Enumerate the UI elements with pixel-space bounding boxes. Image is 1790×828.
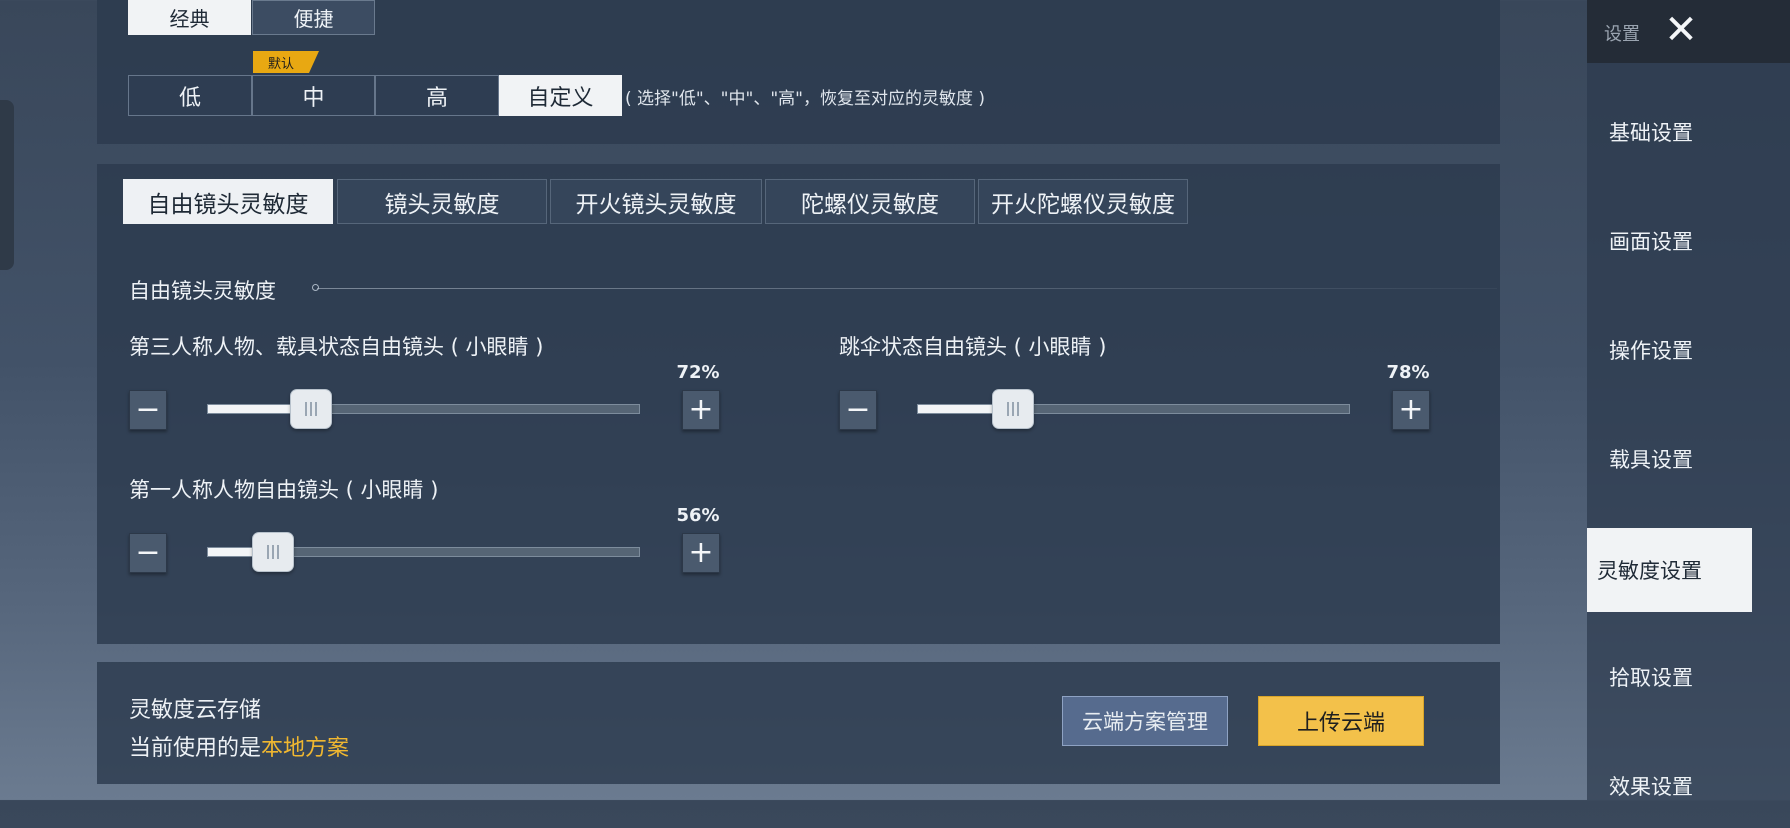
tab-fire-gyroscope[interactable]: 开火陀螺仪灵敏度	[978, 179, 1188, 224]
cloud-status-prefix: 当前使用的是	[129, 736, 262, 761]
sidebar-title: 设置	[1604, 24, 1640, 45]
sensitivity-panel: 自由镜头灵敏度 镜头灵敏度 开火镜头灵敏度 陀螺仪灵敏度 开火陀螺仪灵敏度 自由…	[97, 164, 1500, 644]
increase-button[interactable]: +	[1392, 390, 1430, 430]
slider-thumb[interactable]	[251, 532, 294, 572]
sidebar-item-controls[interactable]: 操作设置	[1587, 308, 1790, 392]
slider-value: 78%	[1386, 362, 1430, 383]
sidebar-item-basic[interactable]: 基础设置	[1587, 90, 1790, 174]
preset-custom-button[interactable]: 自定义	[499, 75, 622, 116]
cloud-upload-button[interactable]: 上传云端	[1258, 696, 1424, 746]
cloud-status-value: 本地方案	[261, 736, 350, 761]
sidebar-item-pickup[interactable]: 拾取设置	[1587, 635, 1790, 719]
sidebar-item-effects[interactable]: 效果设置	[1587, 744, 1790, 828]
preset-hint: ( 选择"低"、"中"、"高"，恢复至对应的灵敏度 )	[625, 89, 985, 109]
section-title: 自由镜头灵敏度	[129, 279, 276, 303]
preset-mid-button[interactable]: 中	[252, 75, 375, 116]
preset-low-button[interactable]: 低	[128, 75, 252, 116]
default-badge: 默认	[253, 51, 319, 73]
slider-value: 56%	[676, 505, 720, 526]
cloud-status: 当前使用的是本地方案	[129, 730, 349, 762]
mode-classic-button[interactable]: 经典	[128, 0, 251, 35]
increase-button[interactable]: +	[682, 533, 720, 573]
preset-panel: 经典 便捷 默认 低 中 高 自定义 ( 选择"低"、"中"、"高"，恢复至对应…	[97, 0, 1500, 144]
slider-track[interactable]	[207, 389, 640, 429]
cloud-storage-panel: 灵敏度云存储 当前使用的是本地方案 云端方案管理 上传云端	[97, 662, 1500, 784]
cloud-manage-button[interactable]: 云端方案管理	[1062, 696, 1228, 746]
mode-quick-button[interactable]: 便捷	[252, 0, 375, 35]
sidebar-header: 设置 ✕	[1587, 0, 1790, 63]
preset-high-button[interactable]: 高	[375, 75, 499, 116]
slider-label: 第一人称人物自由镜头 ( 小眼睛 )	[129, 478, 439, 502]
increase-button[interactable]: +	[682, 390, 720, 430]
edge-strip	[0, 100, 14, 270]
cloud-storage-title: 灵敏度云存储	[129, 698, 262, 723]
slider-label: 跳伞状态自由镜头 ( 小眼睛 )	[839, 335, 1107, 359]
tab-free-camera[interactable]: 自由镜头灵敏度	[123, 179, 333, 224]
section-divider	[317, 288, 1497, 289]
slider-track[interactable]	[917, 389, 1350, 429]
slider-track[interactable]	[207, 532, 640, 572]
close-icon[interactable]: ✕	[1657, 7, 1705, 53]
sidebar-item-sensitivity[interactable]: 灵敏度设置	[1587, 528, 1752, 612]
tab-gyroscope[interactable]: 陀螺仪灵敏度	[765, 179, 975, 224]
decrease-button[interactable]: −	[129, 533, 167, 573]
sidebar-item-graphics[interactable]: 画面设置	[1587, 199, 1790, 283]
slider-thumb[interactable]	[290, 389, 333, 429]
decrease-button[interactable]: −	[129, 390, 167, 430]
sidebar-item-vehicle[interactable]: 载具设置	[1587, 417, 1790, 501]
decrease-button[interactable]: −	[839, 390, 877, 430]
settings-sidebar: 设置 ✕ 基础设置 画面设置 操作设置 载具设置 灵敏度设置 拾取设置 效果设置	[1587, 0, 1790, 800]
tab-camera[interactable]: 镜头灵敏度	[337, 179, 547, 224]
tab-fire-camera[interactable]: 开火镜头灵敏度	[550, 179, 762, 224]
slider-thumb[interactable]	[991, 389, 1034, 429]
slider-label: 第三人称人物、载具状态自由镜头 ( 小眼睛 )	[129, 335, 544, 359]
slider-value: 72%	[676, 362, 720, 383]
